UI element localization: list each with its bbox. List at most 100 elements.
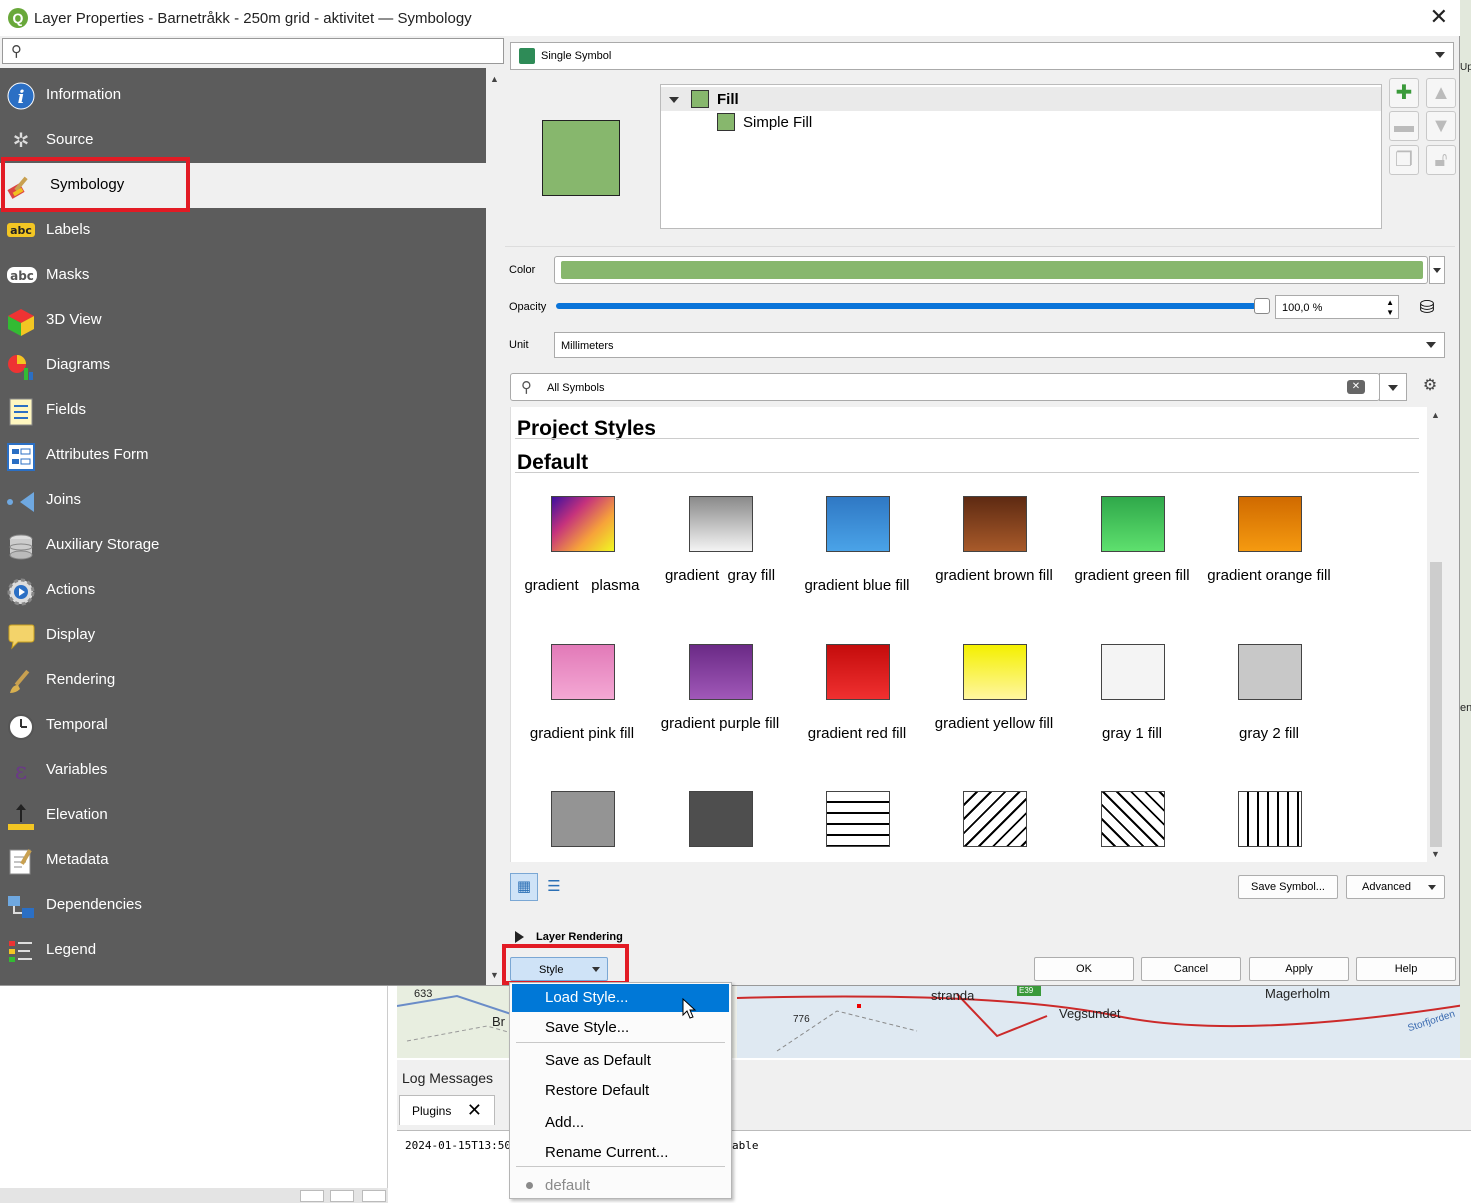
tree-row-simple-fill[interactable]: Simple Fill: [661, 111, 1381, 135]
symbol-name: gradient brown fill: [935, 567, 1053, 584]
remove-symbol-layer-button[interactable]: ▬: [1389, 111, 1419, 141]
tree-row-fill[interactable]: Fill: [661, 87, 1381, 111]
window-title: Layer Properties - Barnetråkk - 250m gri…: [34, 10, 472, 27]
sidebar-item-masks[interactable]: abc Masks: [0, 253, 486, 298]
sidebar-item-diagrams[interactable]: Diagrams: [0, 343, 486, 388]
close-window-button[interactable]: ✕: [1430, 4, 1448, 30]
sidebar-item-symbology[interactable]: Symbology: [0, 163, 486, 208]
symbol-item[interactable]: gradient orange fill: [1200, 496, 1338, 636]
symbol-item[interactable]: gray 1 fill: [1063, 644, 1201, 784]
move-down-button[interactable]: ▼: [1426, 111, 1456, 141]
divider: [515, 438, 1419, 439]
sidebar-item-label: Metadata: [46, 851, 109, 868]
list-view-button[interactable]: ☰: [540, 873, 568, 901]
icon-view-button[interactable]: ▦: [510, 873, 538, 901]
symbol-item[interactable]: [925, 791, 1063, 862]
symbol-swatch: [963, 644, 1027, 700]
symbol-item[interactable]: gradient red fill: [788, 644, 926, 784]
ok-button[interactable]: OK: [1034, 957, 1134, 981]
sidebar-item-variables[interactable]: ε Variables: [0, 748, 486, 793]
symbol-item[interactable]: gradient green fill: [1063, 496, 1201, 636]
sidebar-item-elevation[interactable]: Elevation: [0, 793, 486, 838]
spin-down-icon[interactable]: ▼: [1386, 308, 1394, 317]
scroll-up-icon[interactable]: ▲: [490, 74, 499, 84]
advanced-button[interactable]: Advanced: [1346, 875, 1445, 899]
sidebar-item-rendering[interactable]: Rendering: [0, 658, 486, 703]
opacity-value: 100,0 %: [1282, 302, 1323, 314]
scroll-down-icon[interactable]: ▼: [490, 970, 499, 980]
apply-button[interactable]: Apply: [1249, 957, 1349, 981]
sidebar-item-auxiliary-storage[interactable]: Auxiliary Storage: [0, 523, 486, 568]
cancel-button[interactable]: Cancel: [1141, 957, 1241, 981]
collapse-arrow-icon[interactable]: [515, 931, 524, 943]
log-tab-label: Plugins: [412, 1104, 452, 1118]
clear-search-icon[interactable]: ✕: [1347, 380, 1365, 394]
style-button[interactable]: Style: [510, 957, 608, 981]
symbol-item[interactable]: [651, 791, 789, 862]
symbol-item[interactable]: gradient blue fill: [788, 496, 926, 636]
sidebar-item-display[interactable]: Display: [0, 613, 486, 658]
lock-layer-button[interactable]: 🔓︎: [1426, 145, 1456, 175]
expand-arrow-icon[interactable]: [669, 97, 679, 103]
opacity-spinbox[interactable]: 100,0 % ▲ ▼: [1275, 295, 1399, 319]
menu-item-default-style[interactable]: default: [512, 1172, 729, 1200]
menu-item-add[interactable]: Add...: [512, 1109, 729, 1137]
sidebar-item-legend[interactable]: Legend: [0, 928, 486, 973]
sidebar-item-temporal[interactable]: Temporal: [0, 703, 486, 748]
sidebar-search-input[interactable]: ⚲: [2, 38, 504, 64]
sidebar-item-label: Actions: [46, 581, 96, 598]
symbol-item[interactable]: gray 2 fill: [1200, 644, 1338, 784]
duplicate-layer-button[interactable]: ❐: [1389, 145, 1419, 175]
data-defined-override-icon[interactable]: ⛁: [1410, 295, 1444, 319]
add-symbol-layer-button[interactable]: ✚: [1389, 78, 1419, 108]
symbol-item[interactable]: [1200, 791, 1338, 862]
sidebar-scrollbar[interactable]: ▲ ▼: [487, 68, 503, 985]
menu-item-save-as-default[interactable]: Save as Default: [512, 1047, 729, 1075]
symbol-item[interactable]: gradient purple fill: [651, 644, 789, 784]
move-up-button[interactable]: ▲: [1426, 78, 1456, 108]
symbol-swatch: [1238, 644, 1302, 700]
symbol-item[interactable]: [1063, 791, 1201, 862]
symbol-grid-scrollbar[interactable]: ▲ ▼: [1428, 407, 1444, 862]
sidebar-item-fields[interactable]: Fields: [0, 388, 486, 433]
symbol-name: gradient green fill: [1074, 567, 1190, 584]
sidebar-item-labels[interactable]: abc Labels: [0, 208, 486, 253]
unit-select[interactable]: Millimeters: [554, 332, 1445, 358]
sidebar-item-information[interactable]: i Information: [0, 73, 486, 118]
spin-up-icon[interactable]: ▲: [1386, 298, 1394, 307]
sidebar-item-dependencies[interactable]: Dependencies: [0, 883, 486, 928]
sidebar-item-label: Symbology: [50, 176, 125, 193]
opacity-slider[interactable]: [556, 303, 1258, 309]
color-menu-button[interactable]: [1429, 256, 1445, 284]
scroll-down-icon[interactable]: ▼: [1431, 849, 1440, 859]
save-symbol-button[interactable]: Save Symbol...: [1238, 875, 1338, 899]
sidebar-item-metadata[interactable]: Metadata: [0, 838, 486, 883]
color-button[interactable]: [554, 256, 1428, 284]
scrollbar-thumb[interactable]: [1430, 562, 1442, 847]
symbol-item[interactable]: gradient pink fill: [513, 644, 651, 784]
symbol-item[interactable]: gradient yellow fill: [925, 644, 1063, 784]
log-tab-plugins[interactable]: Plugins ✕: [399, 1095, 495, 1125]
symbol-item[interactable]: [788, 791, 926, 862]
symbol-item[interactable]: gradient gray fill: [651, 496, 789, 636]
menu-item-restore-default[interactable]: Restore Default: [512, 1077, 729, 1105]
sidebar-item-3d-view[interactable]: 3D View: [0, 298, 486, 343]
sidebar-item-actions[interactable]: Actions: [0, 568, 486, 613]
sidebar-item-joins[interactable]: Joins: [0, 478, 486, 523]
renderer-type-select[interactable]: Single Symbol: [510, 42, 1454, 70]
symbol-item[interactable]: [513, 791, 651, 862]
layer-rendering-label[interactable]: Layer Rendering: [536, 931, 623, 943]
symbol-search-input[interactable]: ⚲ All Symbols ✕: [510, 373, 1380, 401]
symbol-item[interactable]: gradient plasma: [513, 496, 651, 636]
help-button[interactable]: Help: [1356, 957, 1456, 981]
scroll-up-icon[interactable]: ▲: [1431, 410, 1440, 420]
symbol-filter-dropdown[interactable]: [1379, 373, 1407, 401]
style-manager-icon[interactable]: ⚙: [1418, 374, 1442, 398]
sidebar-item-source[interactable]: ✲ Source: [0, 118, 486, 163]
close-icon[interactable]: ✕: [467, 1100, 482, 1121]
menu-item-rename-current[interactable]: Rename Current...: [512, 1139, 729, 1167]
symbol-item[interactable]: gradient brown fill: [925, 496, 1063, 636]
opacity-slider-handle[interactable]: [1254, 298, 1270, 314]
color-label: Color: [509, 264, 536, 276]
sidebar-item-attributes-form[interactable]: Attributes Form: [0, 433, 486, 478]
